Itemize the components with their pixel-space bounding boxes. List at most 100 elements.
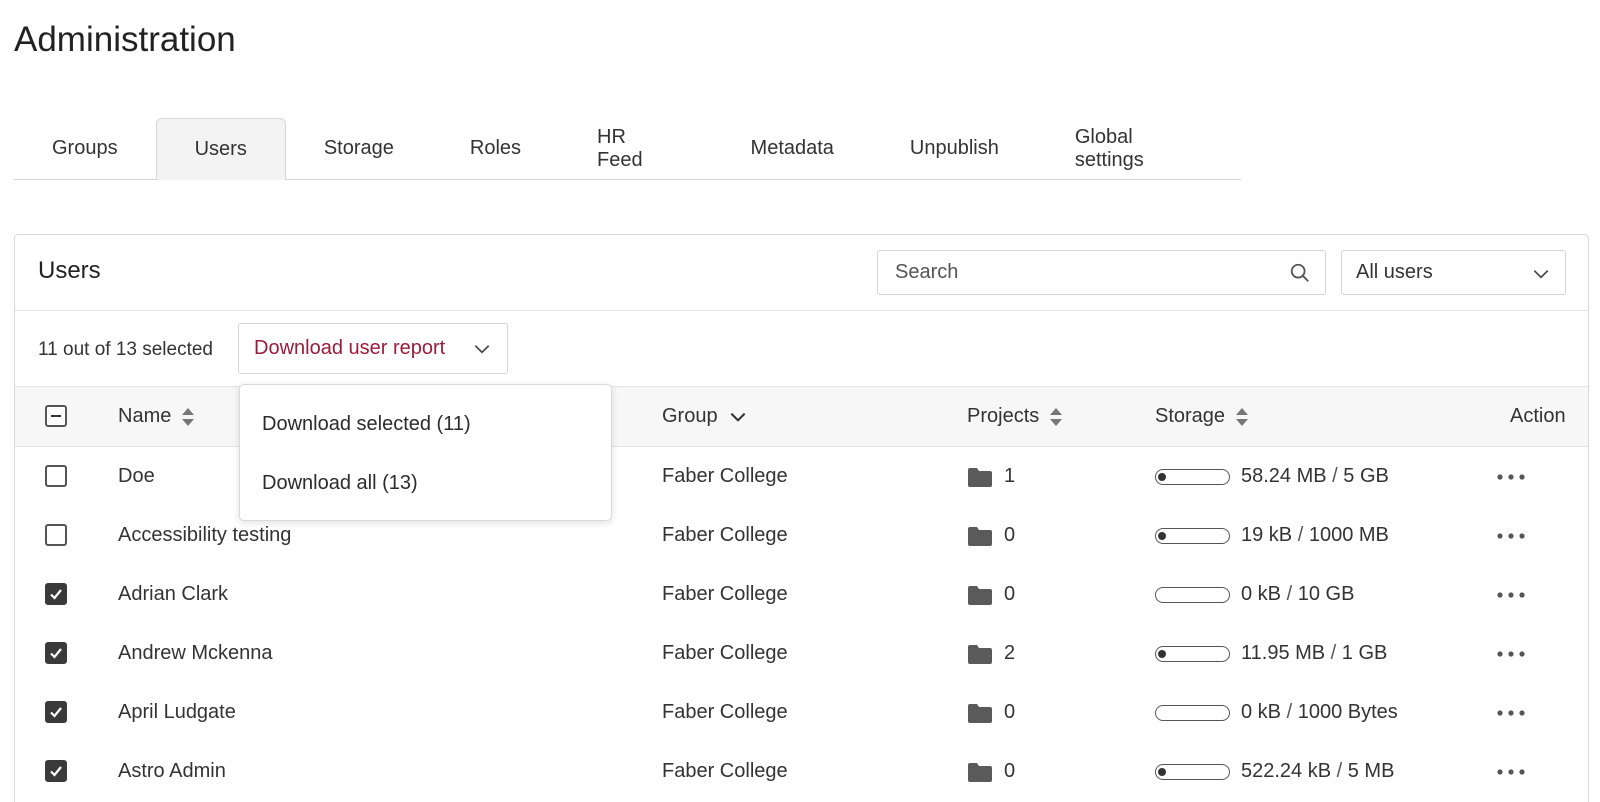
storage-used: 58.24 MB [1241, 465, 1327, 487]
more-dots-icon[interactable] [1496, 528, 1526, 544]
row-checkbox[interactable] [45, 701, 67, 723]
row-checkbox[interactable] [45, 524, 67, 546]
chevron-down-icon [474, 345, 490, 354]
download-report-menu: Download selected (11) Download all (13) [239, 384, 612, 521]
storage-usage-text: 58.24 MB / 5 GB [1241, 465, 1389, 488]
folder-icon [968, 527, 992, 546]
menu-item-download-selected[interactable]: Download selected (11) [262, 413, 471, 436]
row-checkbox[interactable] [45, 760, 67, 782]
search-input[interactable] [895, 261, 1275, 284]
panel-title: Users [38, 257, 101, 284]
sort-icon [1050, 407, 1063, 426]
user-group: Faber College [662, 524, 788, 546]
storage-used: 11.95 MB [1241, 642, 1326, 664]
user-name[interactable]: Accessibility testing [118, 524, 291, 547]
storage-usage-fill [1158, 473, 1166, 481]
column-label-projects: Projects [967, 405, 1040, 427]
storage-usage-bar [1155, 528, 1230, 544]
more-dots-icon[interactable] [1496, 587, 1526, 603]
storage-quota: 1000 Bytes [1297, 701, 1398, 723]
tab-storage[interactable]: Storage [286, 118, 432, 179]
column-header-group[interactable]: Group [662, 405, 748, 428]
user-group: Faber College [662, 760, 788, 782]
user-filter-value: All users [1356, 261, 1433, 283]
storage-usage-fill [1158, 650, 1166, 658]
column-header-action: Action [1510, 405, 1566, 428]
tab-roles[interactable]: Roles [432, 118, 559, 179]
storage-used: 0 kB [1241, 583, 1282, 605]
column-header-projects[interactable]: Projects [967, 405, 1063, 428]
storage-quota: 1 GB [1341, 642, 1388, 664]
user-group: Faber College [662, 642, 788, 664]
selection-count: 11 out of 13 selected [38, 339, 213, 360]
folder-icon [968, 704, 992, 723]
row-checkbox[interactable] [45, 642, 67, 664]
user-group: Faber College [662, 465, 788, 487]
column-header-name[interactable]: Name [118, 405, 195, 428]
storage-usage-bar [1155, 764, 1230, 780]
table-row: April Ludgate Faber College 0 0 kB / 1000 B… [15, 683, 1588, 742]
tab-metadata[interactable]: Metadata [713, 118, 872, 179]
column-label-name: Name [118, 405, 172, 427]
storage-usage-fill [1158, 532, 1166, 540]
menu-item-download-all[interactable]: Download all (13) [262, 472, 418, 495]
more-dots-icon[interactable] [1496, 646, 1526, 662]
admin-tabs: Groups Users Storage Roles HR Feed Metad… [14, 118, 1241, 180]
checkbox-indeterminate-icon [51, 415, 61, 417]
column-header-storage[interactable]: Storage [1155, 405, 1249, 428]
more-dots-icon[interactable] [1496, 705, 1526, 721]
more-dots-icon[interactable] [1496, 469, 1526, 485]
column-label-group: Group [662, 405, 718, 427]
storage-quota: 1000 MB [1308, 524, 1389, 546]
user-name[interactable]: Doe [118, 465, 155, 488]
user-name[interactable]: April Ludgate [118, 701, 236, 724]
more-dots-icon[interactable] [1496, 764, 1526, 780]
storage-usage-text: 19 kB / 1000 MB [1241, 524, 1389, 547]
storage-separator: / [1292, 524, 1309, 546]
storage-quota: 10 GB [1297, 583, 1355, 605]
tab-unpublish[interactable]: Unpublish [872, 118, 1037, 179]
user-name[interactable]: Astro Admin [118, 760, 226, 783]
checkmark-icon [50, 707, 62, 718]
user-group: Faber College [662, 583, 788, 605]
storage-usage-bar [1155, 705, 1230, 721]
storage-usage-text: 0 kB / 1000 Bytes [1241, 701, 1398, 724]
storage-separator: / [1326, 465, 1344, 487]
storage-used: 0 kB [1241, 701, 1282, 723]
storage-separator: / [1281, 701, 1298, 723]
panel-header: Users All users [15, 235, 1588, 311]
download-report-label: Download user report [254, 337, 446, 359]
storage-usage-bar [1155, 469, 1230, 485]
storage-usage-bar [1155, 587, 1230, 603]
project-count: 0 [1004, 760, 1016, 782]
storage-usage-text: 0 kB / 10 GB [1241, 583, 1354, 606]
column-label-action: Action [1510, 405, 1566, 427]
search-box[interactable] [877, 250, 1326, 295]
sort-icon [1236, 407, 1249, 426]
storage-separator: / [1325, 642, 1342, 664]
folder-icon [968, 645, 992, 664]
tab-users[interactable]: Users [155, 118, 286, 180]
table-row: Adrian Clark Faber College 0 0 kB / 10 GB [15, 565, 1588, 624]
folder-icon [968, 586, 992, 605]
project-count: 0 [1004, 583, 1016, 605]
storage-used: 522.24 kB [1241, 760, 1332, 782]
user-name[interactable]: Andrew Mckenna [118, 642, 273, 665]
user-filter-select[interactable]: All users [1341, 250, 1566, 295]
download-report-dropdown[interactable]: Download user report [238, 323, 508, 374]
chevron-down-icon [1533, 270, 1549, 279]
row-checkbox[interactable] [45, 583, 67, 605]
tab-global-settings[interactable]: Global settings [1037, 118, 1241, 179]
chevron-down-icon [730, 412, 745, 422]
user-name[interactable]: Adrian Clark [118, 583, 228, 606]
tab-hr-feed[interactable]: HR Feed [559, 118, 713, 179]
folder-icon [968, 468, 992, 487]
tab-groups[interactable]: Groups [14, 118, 156, 179]
search-icon[interactable] [1289, 262, 1311, 284]
storage-usage-text: 522.24 kB / 5 MB [1241, 760, 1394, 783]
row-checkbox[interactable] [45, 465, 67, 487]
folder-icon [968, 763, 992, 782]
select-all-checkbox[interactable] [45, 405, 67, 427]
project-count: 0 [1004, 524, 1016, 546]
storage-usage-fill [1158, 768, 1166, 776]
